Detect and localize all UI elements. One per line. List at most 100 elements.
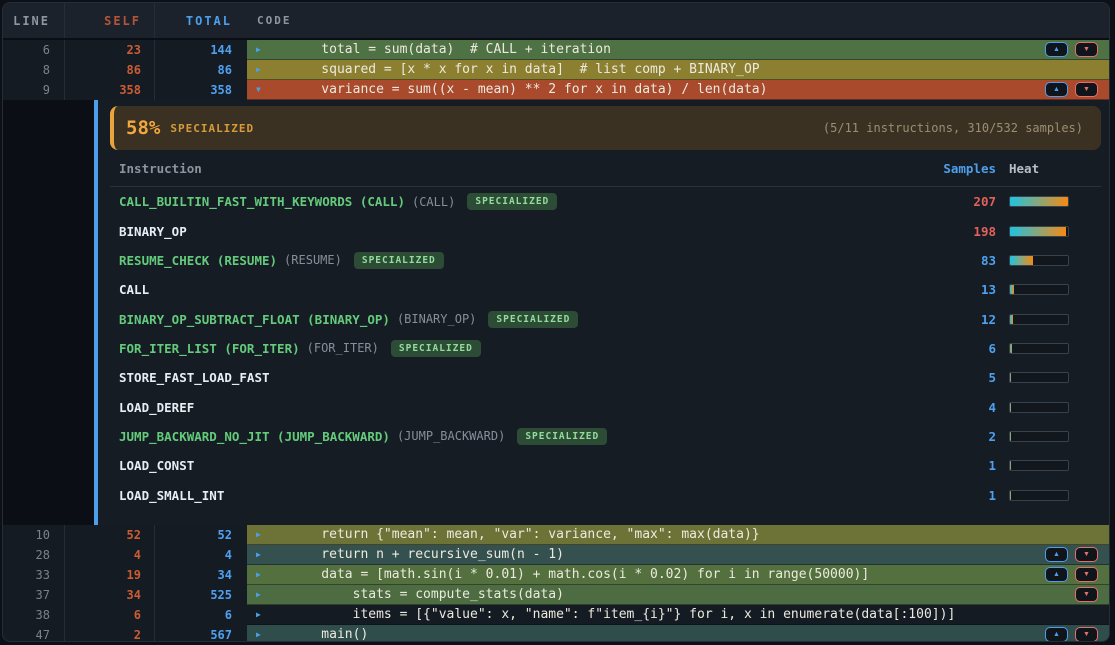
jump-up-button[interactable]: ▲ [1045,82,1068,97]
instruction-row: CALL13 [98,275,1109,304]
table-row: 623144▶ total = sum(data) # CALL + itera… [3,40,1109,60]
column-header-total[interactable]: TOTAL [155,3,247,38]
expand-expander-icon[interactable]: ▶ [256,530,268,539]
jump-down-button[interactable]: ▼ [1075,42,1098,57]
instruction-name: FOR_ITER_LIST (FOR_ITER) [119,341,300,356]
table-row: 105252▶ return {"mean": mean, "var": var… [3,525,1109,545]
table-row: 3734525▶ stats = compute_stats(data)▼ [3,585,1109,605]
column-header-instruction[interactable]: Instruction [119,161,926,176]
code-text: stats = compute_stats(data) [290,587,564,602]
instruction-base-name: (CALL) [412,195,455,209]
column-header-samples[interactable]: Samples [926,161,996,176]
heat-bar-fill [1010,197,1068,206]
instruction-row: LOAD_SMALL_INT1 [98,480,1109,509]
code-line-band[interactable]: ▶ items = [{"value": x, "name": f"item_{… [247,605,1109,625]
total-samples-cell: 358 [155,80,247,100]
arrow-down-icon: ▼ [1083,571,1090,578]
instruction-name: CALL_BUILTIN_FAST_WITH_KEYWORDS (CALL) [119,194,405,209]
jump-down-button[interactable]: ▼ [1075,547,1098,562]
code-line-band[interactable]: ▶ return n + recursive_sum(n - 1) ▲ ▼ [247,545,1109,565]
jump-up-button[interactable]: ▲ [1045,547,1068,562]
instruction-table-header: Instruction Samples Heat [110,150,1101,187]
instruction-name: CALL [119,282,149,297]
table-row: 3866▶ items = [{"value": x, "name": f"it… [3,605,1109,625]
instruction-name-group: LOAD_DEREF [119,400,926,415]
collapse-expander-icon[interactable]: ▼ [256,85,268,94]
self-samples-cell: 2 [65,625,155,642]
jump-down-button[interactable]: ▼ [1075,567,1098,582]
instruction-row: BINARY_OP198 [98,216,1109,245]
panel-content: 58% SPECIALIZED (5/11 instructions, 310/… [98,100,1109,525]
row-nav-buttons: ▲▼ [1045,567,1098,582]
column-header-code[interactable]: CODE [247,3,1109,38]
line-number-cell: 8 [3,60,65,80]
line-number-cell: 47 [3,625,65,642]
arrow-up-icon: ▲ [1053,631,1060,638]
instruction-base-name: (FOR_ITER) [307,341,379,355]
heat-bar-fill [1010,315,1013,324]
instruction-name: LOAD_DEREF [119,400,194,415]
table-row: 472567▶ main()▲▼ [3,625,1109,642]
arrow-up-icon: ▲ [1053,551,1060,558]
heat-bar [1009,284,1069,295]
column-header-self[interactable]: SELF [65,3,155,38]
code-text: items = [{"value": x, "name": f"item_{i}… [290,607,955,622]
jump-up-button[interactable]: ▲ [1045,42,1068,57]
code-line-band[interactable]: ▶ data = [math.sin(i * 0.01) + math.cos(… [247,565,1109,585]
code-line-band[interactable]: ▶ total = sum(data) # CALL + iteration▲▼ [247,40,1109,60]
total-samples-cell: 4 [155,545,247,565]
heat-bar [1009,402,1069,413]
expand-expander-icon[interactable]: ▶ [256,610,268,619]
expand-expander-icon[interactable]: ▶ [256,630,268,639]
heat-bar [1009,226,1069,237]
self-samples-cell: 4 [65,545,155,565]
self-samples-cell: 86 [65,60,155,80]
jump-down-button[interactable]: ▼ [1075,627,1098,642]
jump-up-button[interactable]: ▲ [1045,567,1068,582]
arrow-up-icon: ▲ [1053,46,1060,53]
code-line-band[interactable]: ▶ stats = compute_stats(data) ▼ [247,585,1109,605]
column-header-line[interactable]: LINE [3,3,65,38]
samples-count: 4 [926,400,996,415]
instruction-name-group: LOAD_SMALL_INT [119,488,926,503]
expand-expander-icon[interactable]: ▶ [256,45,268,54]
jump-up-button[interactable]: ▲ [1045,627,1068,642]
expand-expander-icon[interactable]: ▶ [256,65,268,74]
row-nav-buttons: ▼ [1075,587,1098,602]
profiler-table: LINE SELF TOTAL CODE 623144▶ total = sum… [2,2,1110,642]
row-nav-buttons: ▲▼ [1045,627,1098,642]
samples-count: 2 [926,429,996,444]
arrow-down-icon: ▼ [1083,631,1090,638]
heat-bar-fill [1010,227,1066,236]
line-number-cell: 37 [3,585,65,605]
row-nav-buttons: ▲▼ [1045,82,1098,97]
specialized-badge: SPECIALIZED [354,252,444,269]
code-text: variance = sum((x - mean) ** 2 for x in … [290,82,767,97]
instruction-name-group: CALL_BUILTIN_FAST_WITH_KEYWORDS (CALL) (C… [119,193,926,210]
jump-down-button[interactable]: ▼ [1075,587,1098,602]
instruction-name-group: STORE_FAST_LOAD_FAST [119,370,926,385]
code-text: return n + recursive_sum(n - 1) [290,547,564,562]
arrow-down-icon: ▼ [1083,46,1090,53]
instruction-name-group: JUMP_BACKWARD_NO_JIT (JUMP_BACKWARD)(JUM… [119,428,926,445]
expand-expander-icon[interactable]: ▶ [256,550,268,559]
code-line-band[interactable]: ▶ squared = [x * x for x in data] # list… [247,60,1109,80]
code-line-band[interactable]: ▼ variance = sum((x - mean) ** 2 for x i… [247,80,1109,100]
instruction-rows: CALL_BUILTIN_FAST_WITH_KEYWORDS (CALL) (C… [98,187,1109,510]
expand-expander-icon[interactable]: ▶ [256,590,268,599]
instruction-name-group: RESUME_CHECK (RESUME)(RESUME)SPECIALIZED [119,252,926,269]
line-number-cell: 10 [3,525,65,545]
instruction-row: RESUME_CHECK (RESUME)(RESUME)SPECIALIZED… [98,246,1109,275]
jump-down-button[interactable]: ▼ [1075,82,1098,97]
code-line-band[interactable]: ▶ return {"mean": mean, "var": variance,… [247,525,1109,545]
column-header-heat[interactable]: Heat [1009,161,1069,176]
specialized-badge: SPECIALIZED [488,311,578,328]
code-text: main() [290,627,368,642]
heat-bar [1009,431,1069,442]
total-samples-cell: 86 [155,60,247,80]
instruction-name: STORE_FAST_LOAD_FAST [119,370,270,385]
code-line-band[interactable]: ▶ main()▲▼ [247,625,1109,642]
total-samples-cell: 34 [155,565,247,585]
expand-expander-icon[interactable]: ▶ [256,570,268,579]
self-samples-cell: 19 [65,565,155,585]
